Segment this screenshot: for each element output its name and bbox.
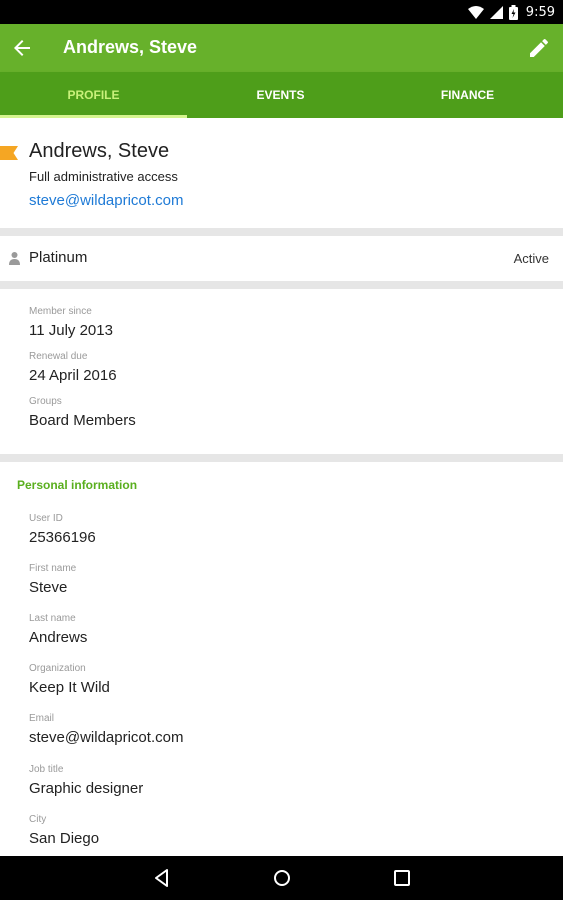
contact-card: Andrews, Steve Full administrative acces… — [0, 118, 563, 228]
edit-pencil-icon[interactable] — [527, 36, 551, 60]
membership-status: Active — [513, 251, 549, 266]
membership-level: Platinum — [29, 249, 88, 266]
wifi-icon — [467, 5, 484, 19]
app-title: Andrews, Steve — [63, 37, 198, 57]
groups-value: Board Members — [29, 412, 136, 429]
battery-icon — [508, 4, 518, 20]
city-label: City — [29, 814, 47, 825]
email-label: Email — [29, 713, 55, 724]
job-title-value: Graphic designer — [29, 780, 144, 797]
section-header: Personal information — [17, 478, 138, 492]
groups-label: Groups — [29, 396, 62, 407]
status-bar: 9:59 — [0, 0, 563, 24]
status-time: 9:59 — [525, 4, 555, 20]
user-id-value: 25366196 — [29, 529, 96, 546]
access-level: Full administrative access — [29, 169, 178, 184]
membership-details-card: Member since 11 July 2013 Renewal due 24… — [0, 289, 563, 454]
organization-label: Organization — [29, 663, 86, 674]
email-link[interactable]: steve@wildapricot.com — [29, 192, 183, 209]
job-title-label: Job title — [29, 764, 64, 775]
first-name-label: First name — [29, 563, 77, 574]
app-bar: Andrews, Steve — [0, 24, 563, 72]
last-name-value: Andrews — [29, 629, 88, 646]
member-since-value: 11 July 2013 — [29, 322, 113, 339]
last-name-label: Last name — [29, 613, 76, 624]
nav-recents-icon[interactable] — [392, 868, 412, 888]
person-icon — [9, 252, 20, 265]
signal-icon — [489, 5, 503, 19]
flag-icon — [0, 146, 18, 160]
nav-back-icon[interactable] — [152, 868, 172, 888]
back-arrow-icon[interactable] — [10, 36, 34, 60]
tab-finance[interactable]: FINANCE — [374, 72, 561, 118]
user-id-label: User ID — [29, 513, 63, 524]
city-value: San Diego — [29, 830, 100, 847]
tab-profile[interactable]: PROFILE — [0, 72, 187, 118]
organization-value: Keep It Wild — [29, 679, 110, 696]
renewal-due-label: Renewal due — [29, 351, 88, 362]
system-nav-bar — [0, 856, 563, 900]
renewal-due-value: 24 April 2016 — [29, 367, 117, 384]
tab-events[interactable]: EVENTS — [187, 72, 374, 118]
status-icons: 9:59 — [467, 4, 555, 20]
contact-name: Andrews, Steve — [29, 140, 170, 162]
tab-bar: PROFILE EVENTS FINANCE — [0, 72, 563, 118]
first-name-value: Steve — [29, 579, 68, 596]
nav-home-icon[interactable] — [272, 868, 292, 888]
email-value: steve@wildapricot.com — [29, 729, 184, 746]
member-since-label: Member since — [29, 306, 92, 317]
personal-info-card: Personal information User ID 25366196 Fi… — [0, 462, 563, 856]
membership-level-card[interactable]: Platinum Active — [0, 236, 563, 281]
